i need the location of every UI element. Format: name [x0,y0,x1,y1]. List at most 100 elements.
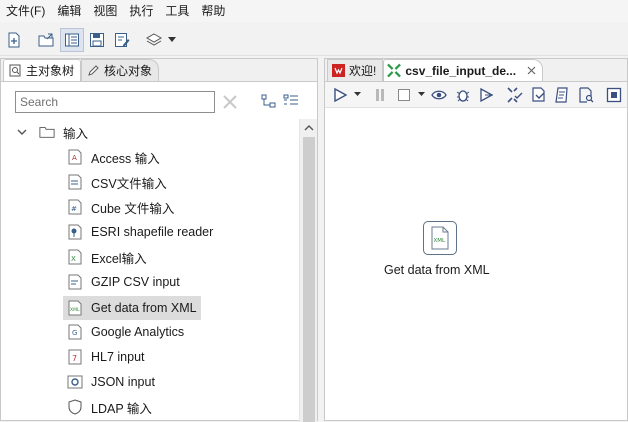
access-input-icon: A [67,149,83,165]
pause-icon [375,88,384,101]
tree-item-label: ESRI shapefile reader [91,225,214,239]
tree-item[interactable]: JSON input [67,371,155,393]
play-icon [334,87,347,102]
run-button[interactable] [329,84,351,106]
menu-run[interactable]: 执行 [123,0,159,22]
collapse-all-button[interactable] [283,94,299,111]
run-options-dropdown[interactable] [353,84,363,106]
database-search-icon [579,86,594,103]
expand-all-button[interactable] [261,94,277,111]
tree-scrollbar[interactable] [299,119,317,422]
tab-welcome[interactable]: 欢迎! [327,59,384,81]
tab-core-objects[interactable]: 核心对象 [81,59,160,81]
preview-button[interactable] [428,84,450,106]
tree-collapse-icon [283,94,298,104]
explore-repository-button[interactable] [60,27,84,52]
layers-button[interactable] [143,28,165,52]
save-icon [90,32,104,47]
tree-expand-icon [261,94,276,107]
stop-icon [397,88,410,101]
chevron-down-icon[interactable] [15,125,29,139]
repository-explorer-icon [65,33,79,46]
bug-icon [456,89,470,102]
svg-text:G: G [72,329,77,337]
pause-button[interactable] [369,84,391,106]
tree-item[interactable]: G Google Analytics [67,321,184,343]
tree-item[interactable]: # Cube 文件输入 [67,196,174,218]
tree-item[interactable]: ESRI shapefile reader [67,221,213,243]
chevron-down-icon [354,92,362,96]
tree-item[interactable]: LDAP 输入 [67,396,152,418]
editor-tabbar: 欢迎! csv_file_input_de... [325,59,627,82]
stop-options-dropdown[interactable] [416,84,426,106]
tree-item[interactable]: GZIP CSV input [67,271,180,293]
svg-text:XML: XML [70,307,80,313]
sql-script-icon [555,86,569,103]
tab-label: 欢迎! [349,64,377,78]
menu-help[interactable]: 帮助 [195,0,231,22]
svg-text:7: 7 [72,354,77,363]
scroll-up-button[interactable] [300,119,318,135]
impact-button[interactable] [528,84,550,106]
tree-folder-input[interactable]: 输入 [15,121,299,143]
welcome-icon [331,64,345,78]
layers-dropdown[interactable] [166,28,178,52]
svg-text:XML: XML [434,238,447,244]
tree-item[interactable]: XML Get data from XML [63,296,201,320]
folder-icon [39,124,55,140]
xml-input-icon: XML [431,226,449,250]
google-analytics-icon: G [67,324,83,340]
impact-analysis-icon [532,86,545,102]
canvas-step-label: Get data from XML [384,263,490,277]
tree-item[interactable]: X Excel输入 [67,246,147,268]
grid-align-icon [606,87,622,102]
verify-button[interactable] [504,84,526,106]
menubar: 文件(F) 编辑 视图 执行 工具 帮助 [0,0,628,22]
clear-search-button[interactable] [221,93,239,111]
replay-button[interactable] [476,84,498,106]
menu-view[interactable]: 视图 [87,0,123,22]
close-icon [223,95,237,109]
menu-tools[interactable]: 工具 [159,0,195,22]
sql-button[interactable] [552,84,574,106]
save-as-button[interactable] [110,28,134,52]
ldap-input-icon [67,399,83,415]
tree-item-label: HL7 input [91,350,145,364]
close-tab-button[interactable] [526,66,536,76]
tree-item-label: GZIP CSV input [91,275,180,289]
tab-main-object-tree[interactable]: 主对象树 [3,59,82,81]
canvas-step-get-data-from-xml[interactable]: XML [423,221,457,255]
search-input[interactable] [15,91,215,113]
transformation-toolbar [325,82,627,108]
xml-input-icon: XML [67,300,83,316]
tree-item-label: Cube 文件输入 [91,201,175,216]
new-file-button[interactable] [2,28,26,52]
menu-edit[interactable]: 编辑 [51,0,87,22]
tree-item[interactable]: 7 HL7 input [67,346,145,368]
svg-text:#: # [71,205,77,213]
new-file-icon [8,32,20,47]
tab-label: 主对象树 [26,64,75,78]
left-tabbar: 主对象树 核心对象 [1,59,317,82]
scroll-thumb[interactable] [303,137,315,422]
tree-item[interactable]: A Access 输入 [67,146,160,168]
chevron-down-icon [417,92,425,96]
svg-text:X: X [71,255,76,263]
transformation-canvas[interactable]: XML Get data from XML [325,109,627,420]
open-button[interactable] [35,28,59,52]
hl7-input-icon: 7 [67,349,83,365]
align-button[interactable] [603,84,625,106]
save-button[interactable] [85,28,109,52]
tab-transformation[interactable]: csv_file_input_de... [383,59,544,81]
tree-item-label: Excel输入 [91,251,147,266]
tree-item[interactable]: CSV文件输入 [67,171,167,193]
tree-item-label: LDAP 输入 [91,401,152,416]
left-panel: 主对象树 核心对象 Search 输入 A Access 输入 CSV文件输入 … [0,58,318,422]
stop-button[interactable] [393,84,415,106]
magnifier-doc-icon [8,64,22,78]
open-folder-icon [38,33,54,46]
menu-file[interactable]: 文件(F) [0,0,51,22]
layers-icon [145,32,163,46]
explore-db-button[interactable] [575,84,597,106]
debug-button[interactable] [452,84,474,106]
